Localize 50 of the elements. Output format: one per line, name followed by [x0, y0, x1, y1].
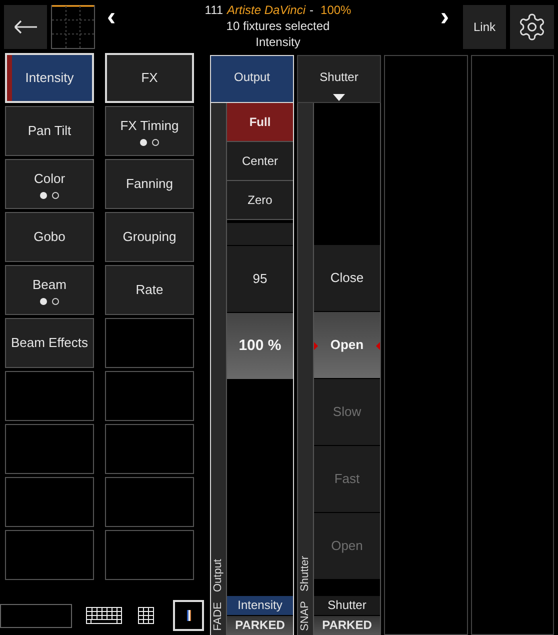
- value-button[interactable]: Close: [314, 245, 380, 312]
- strip-label: Output: [213, 559, 224, 592]
- fixture-number: 111: [204, 2, 224, 18]
- settings-button[interactable]: [510, 5, 554, 49]
- keyboard-icon[interactable]: [86, 607, 122, 624]
- grid-icon[interactable]: [138, 607, 154, 624]
- back-button[interactable]: [4, 5, 47, 49]
- strip-label: Shutter: [300, 556, 311, 592]
- grid-thumbnail-icon[interactable]: [51, 5, 95, 49]
- footer-label: Intensity: [227, 596, 293, 615]
- marker-icon: [376, 342, 380, 350]
- attribute-button[interactable]: Gobo: [5, 212, 94, 262]
- attribute-name: Intensity: [256, 34, 300, 50]
- settings-icon: [517, 12, 547, 42]
- back-arrow-icon: [14, 20, 38, 34]
- next-button[interactable]: ›: [440, 3, 449, 29]
- value-button[interactable]: 95: [227, 246, 293, 313]
- link-button[interactable]: Link: [463, 5, 506, 49]
- cursor-button[interactable]: [173, 600, 204, 631]
- attribute-button[interactable]: FX: [105, 53, 194, 103]
- attribute-button[interactable]: Grouping: [105, 212, 194, 262]
- input-field[interactable]: [0, 604, 72, 628]
- text-cursor-icon: [186, 610, 190, 621]
- footer-label: Shutter: [314, 596, 380, 615]
- selection-bar: [7, 55, 12, 101]
- mode-label: SNAP: [300, 601, 311, 631]
- value-button[interactable]: Open: [314, 312, 380, 379]
- previous-button[interactable]: ‹: [107, 3, 116, 29]
- preset-button[interactable]: Zero: [227, 181, 293, 220]
- preset-button[interactable]: Center: [227, 142, 293, 181]
- status-label: PARKED: [314, 616, 380, 635]
- attribute-button[interactable]: FX Timing: [105, 106, 194, 156]
- attribute-button[interactable]: Fanning: [105, 159, 194, 209]
- fixture-name: Artiste DaVinci: [227, 2, 306, 18]
- attribute-button[interactable]: Intensity: [5, 53, 94, 103]
- attribute-button[interactable]: Color: [5, 159, 94, 209]
- value-button[interactable]: 100 %: [227, 313, 293, 380]
- attribute-button[interactable]: Beam Effects: [5, 318, 94, 368]
- attribute-button[interactable]: Pan Tilt: [5, 106, 94, 156]
- status-label: PARKED: [227, 616, 293, 635]
- attribute-button[interactable]: Rate: [105, 265, 194, 315]
- attribute-button[interactable]: Beam: [5, 265, 94, 315]
- selection-count: 10 fixtures selected: [226, 18, 330, 34]
- dropdown-icon: [333, 94, 345, 101]
- separator-text: -: [310, 2, 314, 18]
- intensity-value: 100%: [320, 2, 352, 18]
- column-header[interactable]: Output: [210, 55, 294, 103]
- column-header[interactable]: Shutter: [297, 55, 381, 103]
- preset-button[interactable]: Full: [227, 103, 293, 142]
- mode-label: FADE: [213, 602, 224, 631]
